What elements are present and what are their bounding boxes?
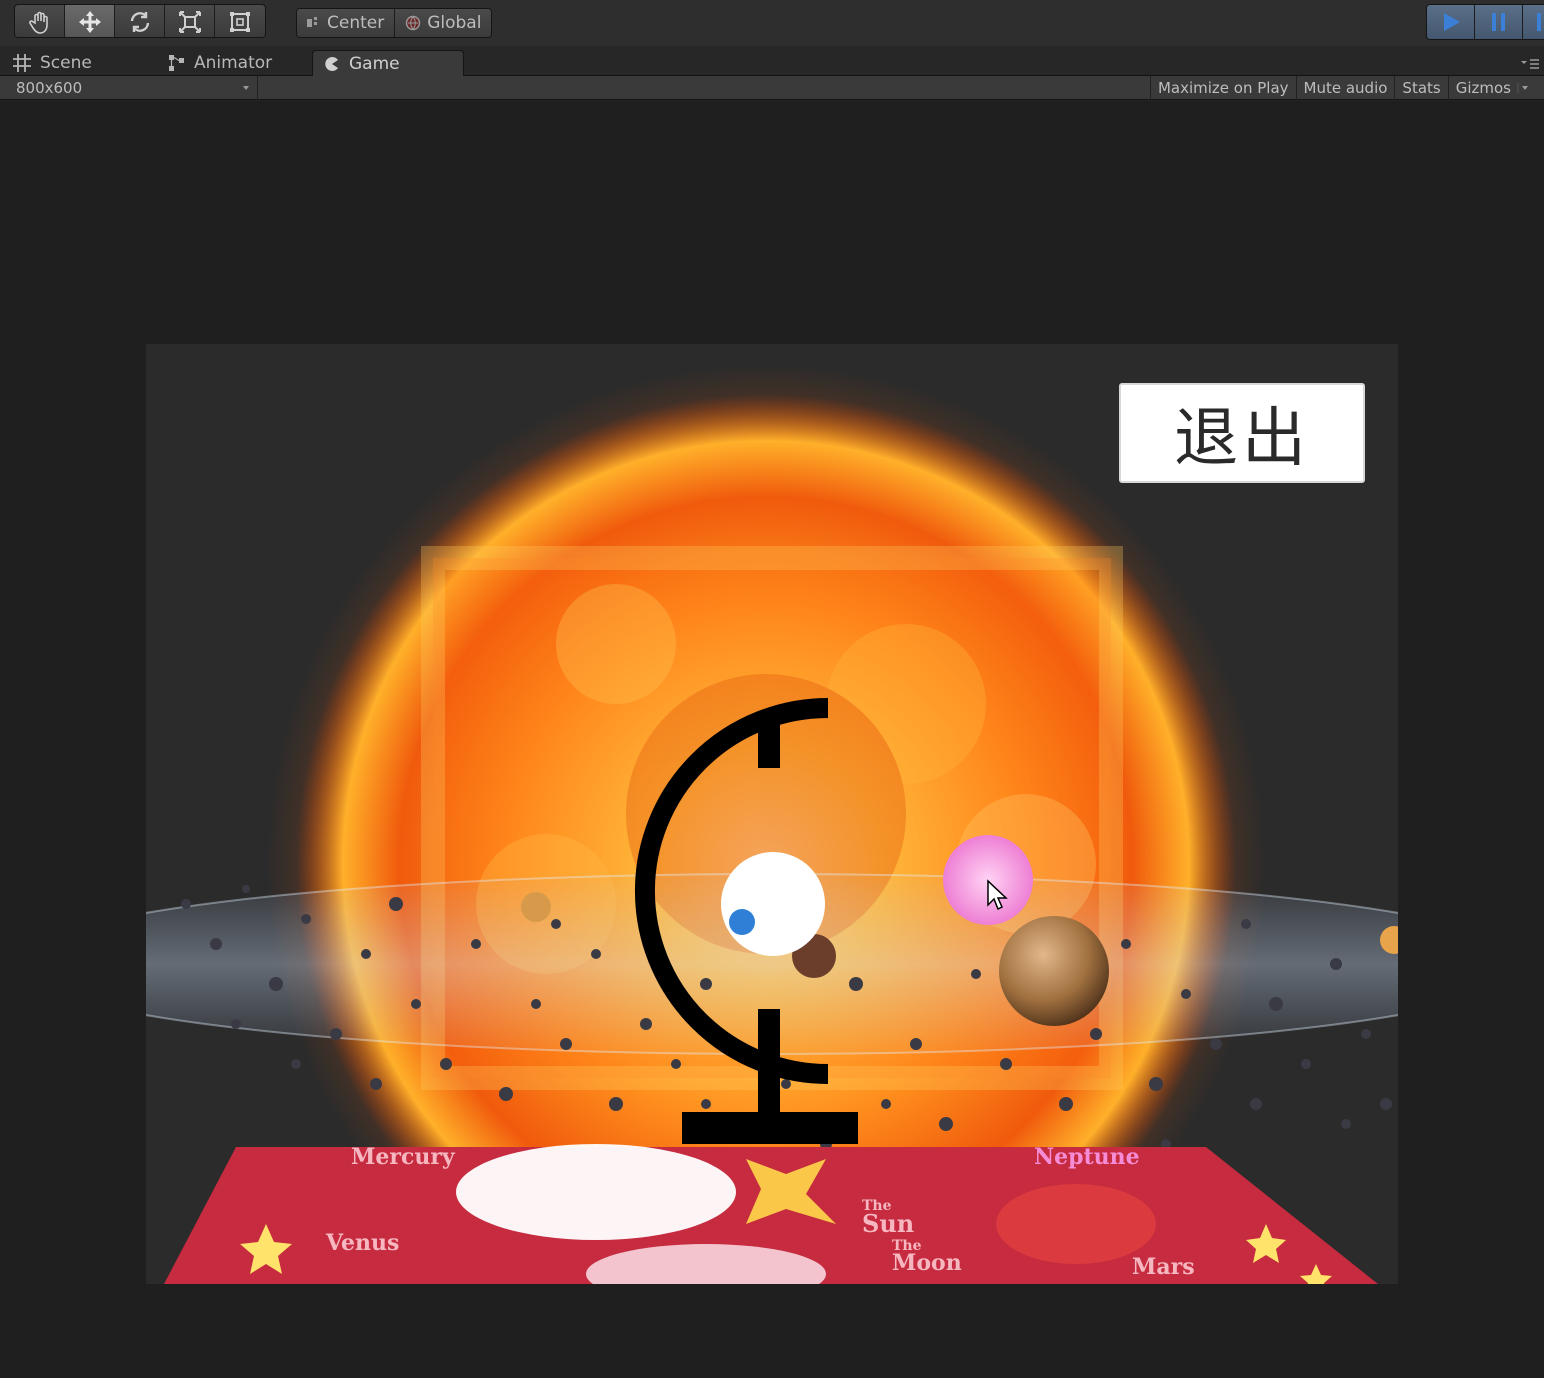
pivot-center-label: Center <box>327 13 385 33</box>
game-render-frame[interactable]: Mercury Neptune Venus The Sun The Moon M… <box>146 344 1398 1284</box>
step-icon <box>1536 13 1541 31</box>
space-global-label: Global <box>427 13 482 33</box>
rotate-tool-button[interactable] <box>115 5 165 37</box>
game-pacman-icon <box>325 56 338 71</box>
rect-tool-button[interactable] <box>215 5 265 37</box>
rect-tool-icon <box>230 12 250 32</box>
tab-scene-label: Scene <box>40 53 92 73</box>
pivot-center-button[interactable]: Center <box>297 9 396 37</box>
exit-button[interactable]: 退出 <box>1119 383 1365 483</box>
maximize-on-play-label: Maximize on Play <box>1157 79 1289 97</box>
stats-toggle[interactable]: Stats <box>1394 76 1447 100</box>
game-view-options: Maximize on Play Mute audio Stats Gizmos <box>1149 76 1538 100</box>
tab-animator[interactable]: Animator <box>158 50 308 76</box>
mute-audio-label: Mute audio <box>1303 79 1388 97</box>
chevron-down-icon <box>243 86 249 90</box>
move-tool-icon <box>78 11 101 33</box>
tab-scene[interactable]: Scene <box>2 50 152 76</box>
game-scene: Mercury Neptune Venus The Sun The Moon M… <box>146 364 1398 1284</box>
chevron-down-icon <box>1517 83 1528 93</box>
pause-button[interactable] <box>1475 5 1523 39</box>
mat-label-venus: Venus <box>325 1230 399 1256</box>
pivot-toggle-group: Center Global <box>296 8 493 38</box>
stats-label: Stats <box>1402 79 1441 97</box>
move-tool-button[interactable] <box>65 5 115 37</box>
tab-game-label: Game <box>349 53 400 74</box>
tab-animator-label: Animator <box>194 53 273 73</box>
step-button[interactable] <box>1523 5 1544 39</box>
white-sphere <box>721 852 825 956</box>
venus-planet <box>521 892 551 922</box>
mat-label-mercury: Mercury <box>351 1144 456 1170</box>
rotate-tool-icon <box>130 12 149 32</box>
playmode-controls <box>1426 4 1544 40</box>
globe-axis-bottom <box>758 1009 780 1117</box>
transform-tools <box>14 4 266 38</box>
hand-tool-button[interactable] <box>15 5 65 37</box>
animator-icon <box>169 55 184 71</box>
main-toolbar: Center Global <box>0 0 1544 46</box>
maximize-on-play-toggle[interactable]: Maximize on Play <box>1149 76 1296 100</box>
globe-icon <box>406 15 421 31</box>
mouse-cursor-icon <box>987 879 1008 911</box>
view-tabbar: Scene Animator Game <box>0 46 1544 76</box>
gizmos-dropdown[interactable]: Gizmos <box>1447 76 1538 100</box>
pivot-center-icon <box>307 17 317 27</box>
earth-planet <box>729 909 755 935</box>
pause-icon <box>1491 13 1505 31</box>
game-view-toolbar: 800x600 Maximize on Play Mute audio Stat… <box>0 76 1544 100</box>
play-button[interactable] <box>1427 5 1475 39</box>
globe-base <box>682 1112 858 1144</box>
resolution-dropdown[interactable]: 800x600 <box>6 76 258 100</box>
resolution-value: 800x600 <box>16 79 83 97</box>
space-global-button[interactable]: Global <box>395 9 492 37</box>
mat-label-mars: Mars <box>1132 1254 1195 1280</box>
hand-tool-icon <box>28 11 48 34</box>
mute-audio-toggle[interactable]: Mute audio <box>1295 76 1395 100</box>
scene-grid-icon <box>13 54 31 72</box>
scale-tool-icon <box>178 11 201 33</box>
play-icon <box>1443 13 1460 31</box>
gizmos-label: Gizmos <box>1455 79 1511 97</box>
mat-label-neptune: Neptune <box>1034 1144 1140 1170</box>
panel-menu-icon[interactable] <box>1520 58 1540 72</box>
mat-label-moon-2: Moon <box>892 1250 962 1276</box>
tab-game[interactable]: Game <box>312 50 464 76</box>
globe-axis-top <box>758 720 780 768</box>
mat-label-sun-2: Sun <box>862 1209 914 1238</box>
scale-tool-button[interactable] <box>165 5 215 37</box>
jupiter-planet <box>999 916 1109 1026</box>
